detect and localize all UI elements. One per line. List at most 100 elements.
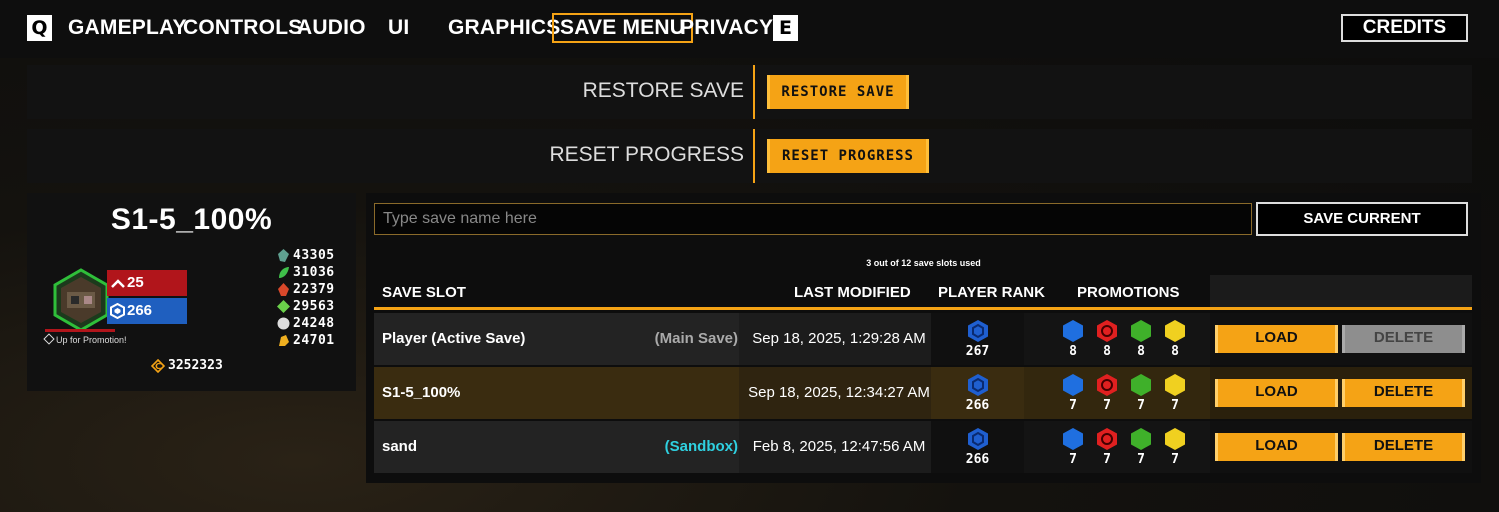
delete-button[interactable]: DELETE [1342, 433, 1465, 461]
player-rank-hex-icon [968, 428, 988, 450]
actions-header [1210, 275, 1472, 307]
tab-save-menu[interactable]: SAVE MENU [552, 13, 694, 43]
save-slot-tag: (Main Save) [654, 330, 738, 347]
tab-gameplay[interactable]: GAMEPLAY [68, 13, 187, 43]
promotion-status: Up for Promotion! [43, 333, 127, 345]
save-slot-name: Player (Active Save) [382, 330, 526, 347]
promotions-cell: 7 7 7 7 [1024, 421, 1210, 473]
reset-progress-row: RESET PROGRESS RESET PROGRESS [27, 129, 1472, 183]
delete-button[interactable]: DELETE [1342, 379, 1465, 407]
save-slots-panel: Type save name here SAVE CURRENT 3 out o… [366, 193, 1481, 483]
tab-controls[interactable]: CONTROLS [183, 13, 302, 43]
promotion-icon [43, 333, 55, 345]
tab-privacy[interactable]: PRIVACY [680, 13, 773, 43]
credits-coin-icon: C [151, 359, 165, 373]
level-hex-icon [110, 303, 125, 319]
resource-crystal-icon [278, 249, 289, 262]
reset-progress-label: RESET PROGRESS [549, 143, 745, 166]
header-save-slot: SAVE SLOT [382, 284, 466, 301]
player-rank-hex-icon [968, 320, 988, 342]
resource-sprout-icon [277, 300, 290, 313]
promotion-count: 8 [1137, 344, 1145, 359]
player-rank-value: 266 [965, 452, 990, 467]
save-current-button[interactable]: SAVE CURRENT [1256, 202, 1468, 236]
profile-card: S1-5_100% 25 266 Up for Promotion! 43305… [27, 193, 356, 391]
promotion-count: 8 [1171, 344, 1179, 359]
tab-graphics[interactable]: GRAPHICS [448, 13, 560, 43]
promotions-cell: 7 7 7 7 [1024, 367, 1210, 419]
promotion-count: 7 [1171, 398, 1179, 413]
settings-tab-bar: Q GAMEPLAY CONTROLS AUDIO UI GRAPHICS SA… [0, 0, 1499, 58]
restore-save-label: RESTORE SAVE [582, 79, 744, 102]
rank-badge: 25 [107, 270, 187, 296]
tab-ui[interactable]: UI [388, 13, 409, 43]
promotion-count: 8 [1069, 344, 1077, 359]
row-divider [753, 129, 755, 183]
promotion-green-icon [1131, 374, 1151, 396]
promotion-red-icon [1097, 320, 1117, 342]
promotion-count: 7 [1103, 452, 1111, 467]
header-last-modified: LAST MODIFIED [794, 284, 911, 301]
save-name-input[interactable]: Type save name here [374, 203, 1252, 235]
credits-amount: 3252323 [168, 358, 223, 373]
next-tab-key-icon[interactable]: E [773, 15, 798, 41]
resource-amount: 43305 [293, 248, 335, 263]
row-actions: LOAD DELETE [1210, 421, 1472, 473]
prev-tab-key-icon[interactable]: Q [27, 15, 52, 41]
row-actions: LOAD DELETE [1210, 367, 1472, 419]
table-row[interactable]: Player (Active Save) (Main Save) Sep 18,… [374, 313, 1472, 365]
tab-audio[interactable]: AUDIO [297, 13, 366, 43]
promotion-progress-bar [45, 329, 115, 332]
load-button[interactable]: LOAD [1215, 433, 1338, 461]
row-divider [753, 65, 755, 119]
resource-ember-icon [278, 283, 289, 296]
save-slot-name: sand [382, 438, 418, 455]
promotion-count: 7 [1171, 452, 1179, 467]
promotion-count: 7 [1069, 452, 1077, 467]
level-badge: 266 [107, 298, 187, 324]
player-rank-cell: 267 [931, 313, 1024, 365]
promotion-count: 7 [1137, 398, 1145, 413]
player-rank-value: 267 [965, 344, 990, 359]
table-row[interactable]: S1-5_100% Sep 18, 2025, 12:34:27 AM 266 … [374, 367, 1472, 419]
player-avatar-icon [53, 268, 109, 332]
resource-amount: 24701 [293, 333, 335, 348]
reset-progress-button[interactable]: RESET PROGRESS [767, 139, 929, 173]
promotion-yellow-icon [1165, 428, 1185, 450]
rank-value: 25 [127, 274, 144, 291]
rank-chevron-icon [111, 279, 125, 288]
restore-save-button[interactable]: RESTORE SAVE [767, 75, 909, 109]
header-player-rank: PLAYER RANK [938, 284, 1045, 301]
svg-text:C: C [155, 362, 161, 371]
last-modified-date: Feb 8, 2025, 12:47:56 AM [752, 438, 926, 455]
slots-used-text: 3 out of 12 save slots used [866, 258, 981, 268]
promotion-green-icon [1131, 428, 1151, 450]
load-button[interactable]: LOAD [1215, 325, 1338, 353]
resource-leaf-icon [279, 267, 289, 278]
promotions-cell: 8 8 8 8 [1024, 313, 1210, 365]
row-actions: LOAD DELETE [1210, 313, 1472, 365]
promotion-blue-icon [1063, 374, 1083, 396]
resource-amount: 29563 [293, 299, 335, 314]
resource-amount: 31036 [293, 265, 335, 280]
promotion-yellow-icon [1165, 374, 1185, 396]
promotion-green-icon [1131, 320, 1151, 342]
load-button[interactable]: LOAD [1215, 379, 1338, 407]
player-rank-hex-icon [968, 374, 988, 396]
promotion-red-icon [1097, 428, 1117, 450]
player-rank-cell: 266 [931, 367, 1024, 419]
last-modified-date: Sep 18, 2025, 1:29:28 AM [752, 330, 926, 347]
resource-amount: 22379 [293, 282, 335, 297]
header-promotions: PROMOTIONS [1077, 284, 1180, 301]
restore-save-row: RESTORE SAVE RESTORE SAVE [27, 65, 1472, 119]
save-table-header: SAVE SLOT LAST MODIFIED PLAYER RANK PROM… [374, 275, 1472, 310]
resource-orb-icon [277, 317, 290, 330]
save-slot-name: S1-5_100% [382, 384, 461, 401]
promotion-yellow-icon [1165, 320, 1185, 342]
promotion-blue-icon [1063, 320, 1083, 342]
credits-button[interactable]: CREDITS [1341, 14, 1468, 42]
save-slot-tag: (Sandbox) [664, 438, 738, 455]
table-row[interactable]: sand (Sandbox) Feb 8, 2025, 12:47:56 AM … [374, 421, 1472, 473]
promotion-red-icon [1097, 374, 1117, 396]
delete-button: DELETE [1342, 325, 1465, 353]
